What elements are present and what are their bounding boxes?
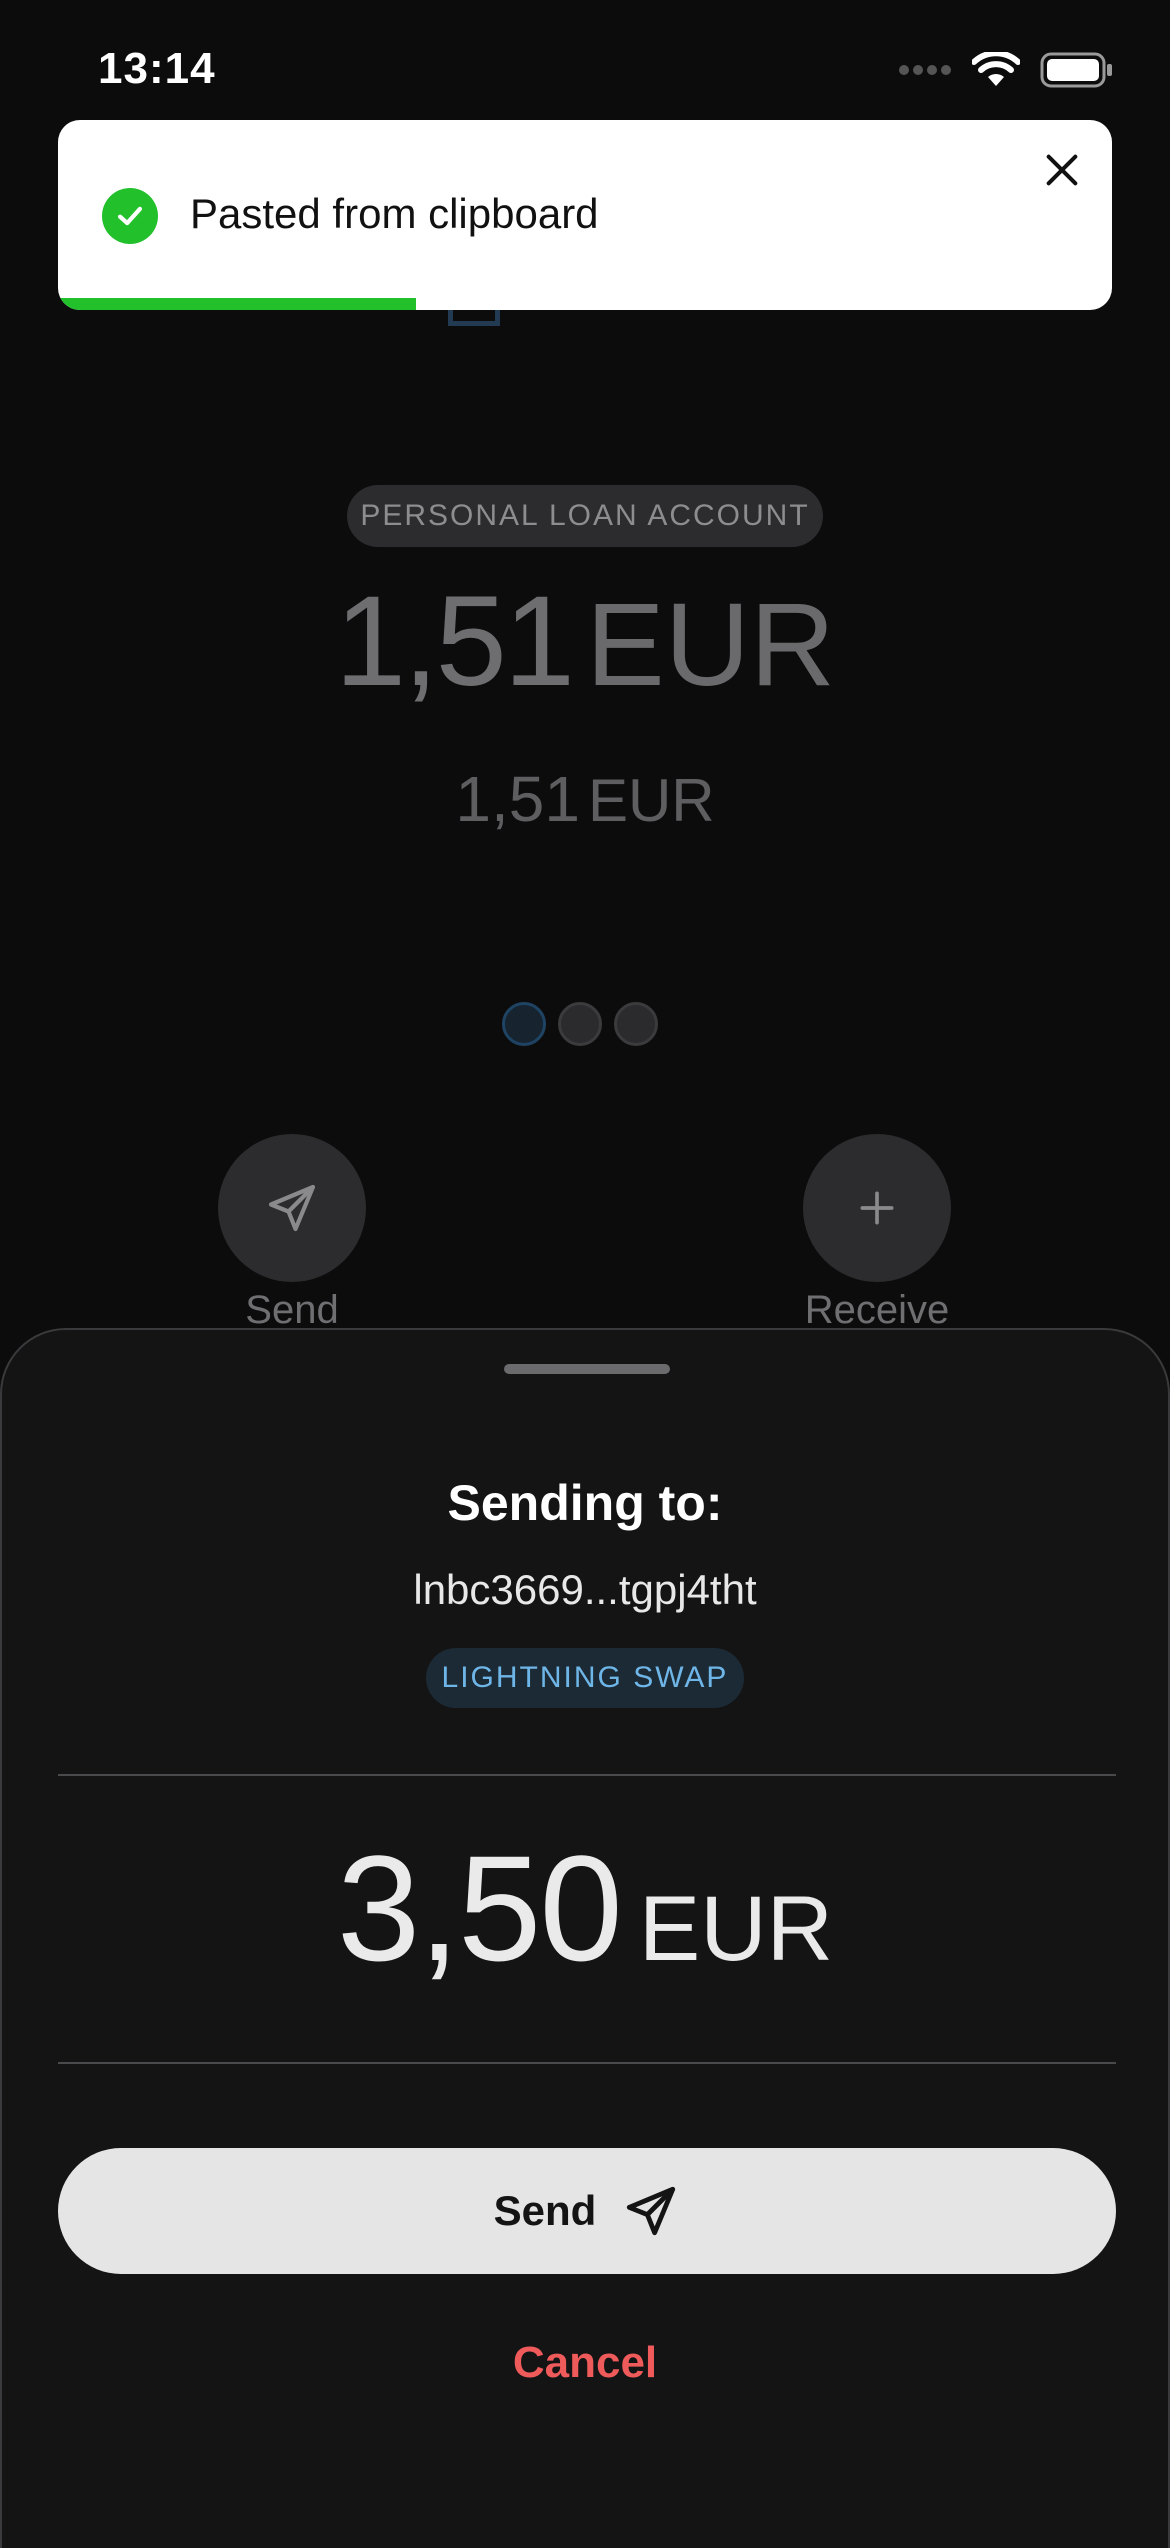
send-action-button[interactable]: [218, 1134, 366, 1282]
toast-message: Pasted from clipboard: [190, 190, 599, 237]
close-icon[interactable]: [1034, 142, 1090, 198]
payment-type-badge: LIGHTNING SWAP: [426, 1648, 744, 1708]
send-action-label: Send: [245, 1288, 339, 1332]
paper-plane-icon: [627, 2186, 676, 2236]
main-balance-currency: EUR: [585, 579, 836, 711]
sheet-drag-handle[interactable]: [504, 1364, 670, 1374]
page-dot-1[interactable]: [502, 1002, 546, 1046]
receive-action-button[interactable]: [803, 1134, 951, 1282]
main-balance: 1,51 EUR: [0, 568, 1170, 715]
send-bottom-sheet: Sending to: lnbc3669...tgpj4tht LIGHTNIN…: [0, 1328, 1170, 2548]
divider-top: [58, 1774, 1116, 1776]
sheet-title: Sending to:: [447, 1475, 723, 1531]
send-amount-value: 3,50: [336, 1824, 623, 1992]
secondary-balance: 1,51 EUR: [0, 762, 1170, 836]
status-icons: [898, 52, 1114, 88]
page-dot-3[interactable]: [614, 1002, 658, 1046]
send-button[interactable]: Send: [58, 2148, 1116, 2274]
wifi-icon: [972, 52, 1020, 86]
receive-action-label: Receive: [804, 1288, 950, 1332]
recipient-address: lnbc3669...tgpj4tht: [413, 1566, 757, 1613]
send-amount-currency: EUR: [638, 1878, 834, 1980]
plus-icon: [860, 1191, 894, 1225]
cancel-button[interactable]: Cancel: [2, 2338, 1168, 2388]
toast-progress-bar: [58, 298, 417, 310]
send-action[interactable]: Send: [218, 1134, 366, 1332]
clipboard-toast: Pasted from clipboard: [58, 120, 1112, 310]
main-balance-amount: 1,51: [334, 570, 575, 713]
paper-plane-icon: [268, 1184, 316, 1232]
send-amount[interactable]: 3,50 EUR: [2, 1822, 1168, 1995]
page-dot-2[interactable]: [558, 1002, 602, 1046]
receive-action[interactable]: Receive: [803, 1134, 951, 1332]
send-button-label: Send: [493, 2187, 597, 2234]
check-circle-icon: [102, 188, 158, 244]
cellular-signal-icon: [899, 65, 951, 75]
status-time: 13:14: [98, 44, 216, 93]
account-type-badge[interactable]: PERSONAL LOAN ACCOUNT: [347, 485, 823, 547]
page-indicator[interactable]: [502, 1002, 658, 1046]
divider-bottom: [58, 2062, 1116, 2064]
secondary-balance-amount: 1,51: [455, 763, 580, 835]
battery-icon: [1040, 52, 1112, 88]
secondary-balance-currency: EUR: [587, 767, 715, 834]
